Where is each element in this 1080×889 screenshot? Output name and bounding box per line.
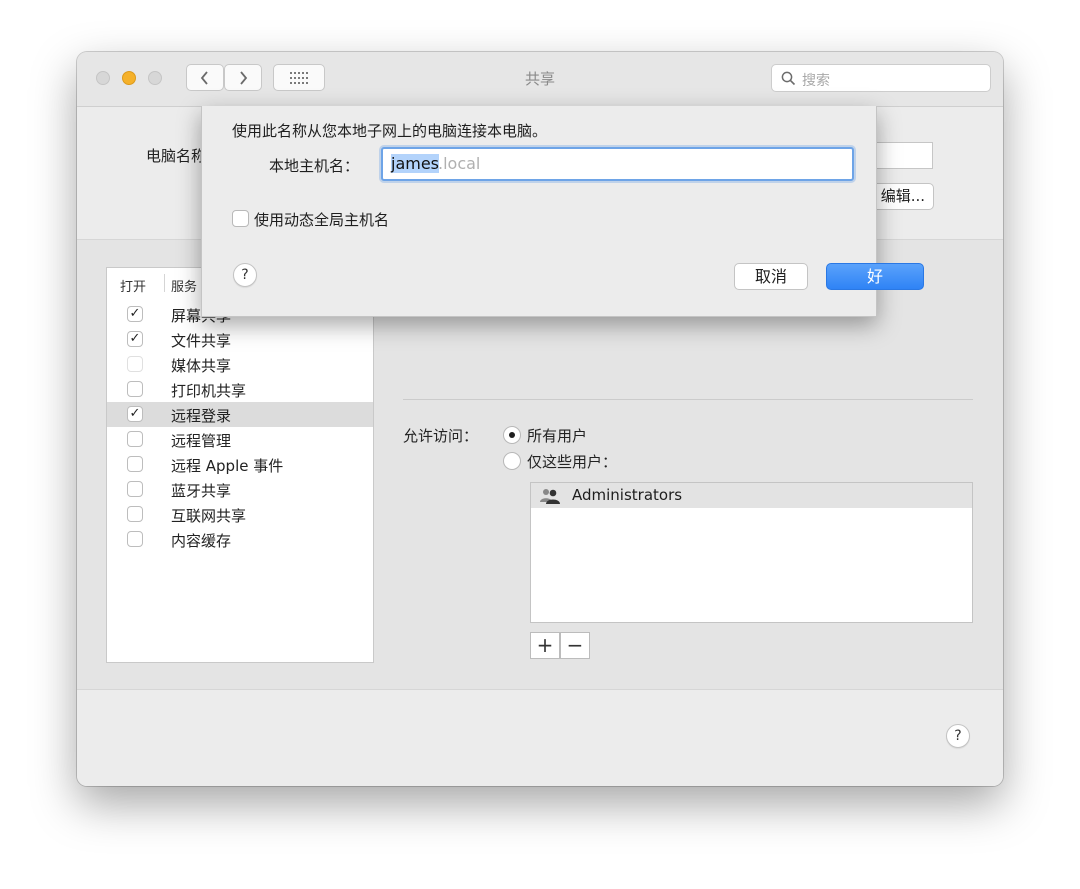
hostname-value: james [391, 154, 440, 173]
service-row-remote-apple-events[interactable]: 远程 Apple 事件 [107, 452, 373, 477]
help-button[interactable]: ? [946, 724, 970, 748]
users-list[interactable]: Administrators [530, 482, 973, 623]
service-label: 远程登录 [171, 407, 232, 425]
user-entry-label: Administrators [572, 486, 683, 504]
service-label: 打印机共享 [171, 382, 247, 400]
group-icon [540, 489, 560, 504]
radio-all-users-label: 所有用户 [527, 427, 588, 445]
service-row-remote-management[interactable]: 远程管理 [107, 427, 373, 452]
service-label: 媒体共享 [171, 357, 232, 375]
hostname-label: 本地主机名： [269, 157, 360, 175]
sheet-description: 使用此名称从您本地子网上的电脑连接本电脑。 [232, 122, 548, 140]
ok-button[interactable]: 好 [826, 263, 924, 290]
add-user-button[interactable]: + [530, 632, 560, 659]
service-label: 蓝牙共享 [171, 482, 232, 500]
service-row-content-caching[interactable]: 内容缓存 [107, 527, 373, 552]
radio-only-these-users-label: 仅这些用户： [527, 453, 618, 471]
service-row-remote-login[interactable]: ✓ 远程登录 [107, 402, 373, 427]
section-divider [403, 399, 973, 400]
computer-name-input[interactable] [869, 142, 933, 169]
dynamic-hostname-label: 使用动态全局主机名 [254, 211, 390, 229]
header-on: 打开 [120, 280, 147, 295]
radio-dot [509, 432, 515, 438]
sharing-window: 共享 搜索 电脑名称： 编辑... 打开 服务 ✓ 屏幕共享 ✓ 文件共享 [77, 52, 1003, 786]
remove-user-button[interactable]: − [560, 632, 590, 659]
service-row-file-sharing[interactable]: ✓ 文件共享 [107, 327, 373, 352]
header-divider [164, 274, 165, 292]
service-label: 互联网共享 [171, 507, 247, 525]
search-field[interactable]: 搜索 [771, 64, 991, 92]
service-row-internet-sharing[interactable]: 互联网共享 [107, 502, 373, 527]
search-placeholder: 搜索 [802, 73, 830, 89]
service-checkbox[interactable]: ✓ [127, 331, 143, 347]
radio-all-users[interactable] [503, 426, 521, 444]
search-icon [781, 71, 796, 86]
service-checkbox[interactable] [127, 431, 143, 447]
users-list-row[interactable]: Administrators [531, 483, 972, 508]
service-checkbox[interactable] [127, 531, 143, 547]
services-list: 打开 服务 ✓ 屏幕共享 ✓ 文件共享 媒体共享 打印机共享 ✓ 远程登录 远程… [106, 267, 374, 663]
service-row-printer-sharing[interactable]: 打印机共享 [107, 377, 373, 402]
hostname-suffix: .local [438, 154, 481, 173]
service-label: 文件共享 [171, 332, 232, 350]
sheet-help-button[interactable]: ? [233, 263, 257, 287]
service-checkbox[interactable]: ✓ [127, 406, 143, 422]
service-checkbox[interactable]: ✓ [127, 306, 143, 322]
hostname-sheet: 使用此名称从您本地子网上的电脑连接本电脑。 本地主机名： james .loca… [201, 106, 924, 317]
service-checkbox[interactable] [127, 456, 143, 472]
service-label: 远程管理 [171, 432, 232, 450]
hostname-input[interactable]: james .local [381, 147, 854, 181]
service-checkbox[interactable] [127, 381, 143, 397]
dynamic-hostname-checkbox[interactable] [232, 210, 249, 227]
service-label: 内容缓存 [171, 532, 232, 550]
service-checkbox[interactable] [127, 481, 143, 497]
allow-access-label: 允许访问： [403, 427, 479, 445]
cancel-button[interactable]: 取消 [734, 263, 808, 290]
service-checkbox[interactable] [127, 506, 143, 522]
service-row-media-sharing[interactable]: 媒体共享 [107, 352, 373, 377]
header-service: 服务 [171, 280, 198, 295]
radio-only-these-users[interactable] [503, 452, 521, 470]
service-checkbox[interactable] [127, 356, 143, 372]
service-label: 远程 Apple 事件 [171, 457, 284, 475]
bottom-area [77, 689, 1003, 786]
service-row-bluetooth-sharing[interactable]: 蓝牙共享 [107, 477, 373, 502]
title-bar: 共享 搜索 [77, 52, 1003, 107]
